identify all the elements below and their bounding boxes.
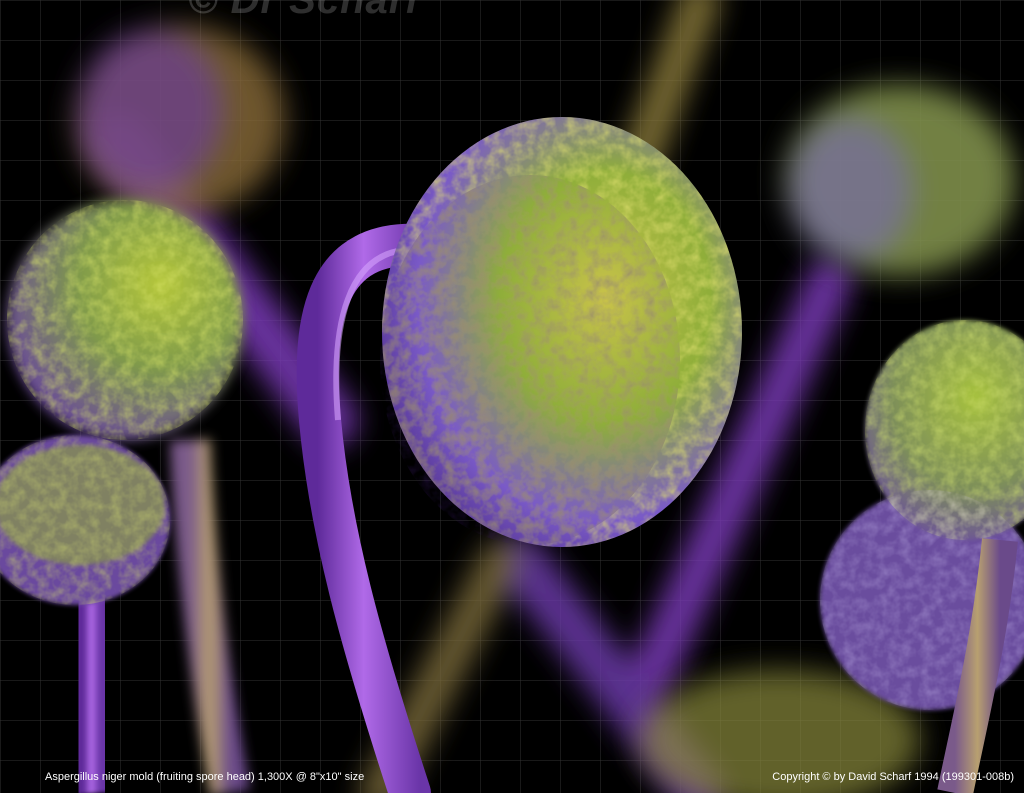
caption-specimen: Aspergillus niger mold (fruiting spore h… [45,771,365,783]
caption-copyright: Copyright © by David Scharf 1994 (199301… [772,771,1014,783]
spore-micrograph [0,0,1024,793]
watermark-text: © Dr Scharf [188,0,420,22]
micrograph-viewer: © Dr Scharf Aspergillus niger mold (frui… [0,0,1024,793]
